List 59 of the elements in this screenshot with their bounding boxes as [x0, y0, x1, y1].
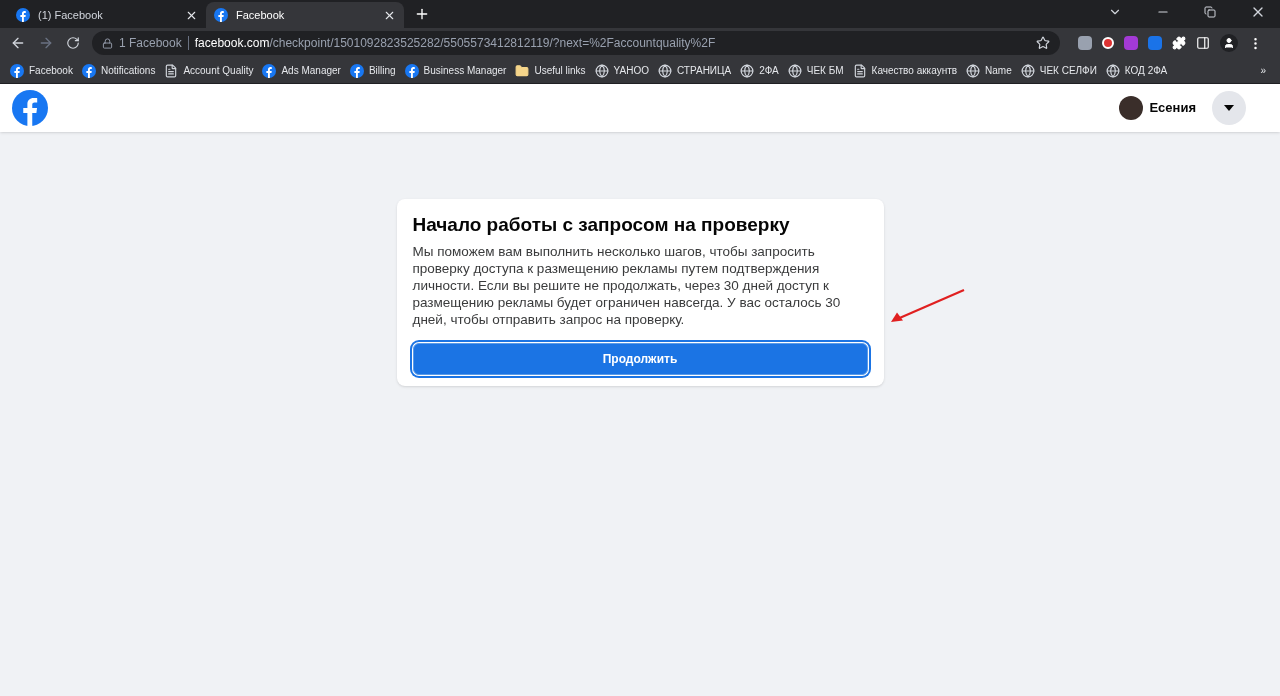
extensions-icon[interactable] — [1172, 36, 1186, 50]
folder-icon — [515, 63, 530, 78]
globe-icon — [1105, 63, 1120, 78]
bookmark-item[interactable]: СТРАНИЦА — [657, 63, 732, 78]
globe-icon — [657, 63, 672, 78]
address-bar[interactable]: 1 Facebook facebook.com/checkpoint/1501092823525282/5505573412812119/?next=%2Faccountquality%2F — [92, 31, 1060, 55]
bookmark-item[interactable]: КОД 2ФА — [1105, 63, 1168, 78]
globe-icon — [787, 63, 802, 78]
browser-tab[interactable]: (1) Facebook — [8, 2, 206, 28]
globe-icon — [740, 63, 755, 78]
globe-icon — [966, 63, 981, 78]
facebook-logo-icon — [262, 63, 277, 78]
facebook-logo-icon — [10, 63, 24, 78]
facebook-logo-icon — [12, 90, 48, 126]
bookmark-item[interactable]: Name — [966, 63, 1012, 78]
back-icon[interactable] — [10, 35, 26, 51]
caret-icon — [1224, 105, 1234, 111]
document-icon — [852, 63, 867, 78]
reload-icon[interactable] — [66, 36, 80, 50]
more-bookmarks-button[interactable]: » — [1260, 63, 1266, 78]
browser-tab[interactable]: Facebook — [206, 2, 404, 28]
side-panel-icon[interactable] — [1196, 36, 1210, 50]
bookmark-item[interactable]: Facebook — [10, 63, 73, 78]
bookmark-item[interactable]: Качество аккаунтв — [852, 63, 958, 78]
bookmark-item[interactable]: ЧЕК СЕЛФИ — [1020, 63, 1097, 78]
bookmark-item[interactable]: Billing — [349, 63, 396, 78]
user-name[interactable]: Есения — [1149, 98, 1196, 118]
card-description: Мы поможем вам выполнить несколько шагов, чтобы запросить проверку доступа к размещению рекламы путем подтверждения личности. Если вы решите не продолжать, через 30 дней доступ к размещению рекламы будет ограничен навсегда. У вас осталось 30 дней, чтобы отправить запрос на проверку. — [412, 242, 842, 328]
forward-icon[interactable] — [38, 35, 54, 51]
profile-icon[interactable] — [1220, 34, 1238, 52]
facebook-logo-icon — [349, 63, 364, 78]
site-label: 1 Facebook — [119, 35, 182, 52]
card-title: Начало работы с запросом на проверку — [412, 213, 791, 237]
bookmark-item[interactable]: ЧЕК БМ — [787, 63, 844, 78]
extension-icon[interactable] — [1102, 37, 1114, 49]
globe-icon — [1020, 63, 1035, 78]
lock-icon — [102, 37, 113, 49]
bookmark-item[interactable]: Account Quality — [164, 63, 254, 78]
tab-title: Facebook — [236, 7, 286, 23]
bookmark-item[interactable]: 2ФА — [740, 63, 779, 78]
document-icon — [164, 63, 179, 78]
bookmark-item[interactable]: Useful links — [515, 63, 586, 78]
url-text: facebook.com/checkpoint/1501092823525282/5505573412812119/?next=%2Faccountquality%2F — [194, 35, 716, 52]
globe-icon — [594, 63, 609, 78]
bookmark-item[interactable]: Notifications — [81, 63, 156, 78]
facebook-logo-icon — [404, 63, 419, 78]
facebook-logo-icon — [16, 8, 30, 22]
new-tab-icon[interactable] — [414, 6, 430, 22]
restore-icon[interactable] — [1204, 6, 1216, 18]
tab-title: (1) Facebook — [38, 7, 104, 23]
bookmark-star-icon[interactable] — [1036, 36, 1050, 50]
bookmark-item[interactable]: Ads Manager — [262, 63, 341, 78]
bookmark-item[interactable]: YAHOO — [594, 63, 649, 78]
facebook-logo-icon — [214, 8, 228, 22]
account-menu-button[interactable] — [1212, 91, 1246, 125]
avatar[interactable] — [1119, 96, 1144, 120]
facebook-logo-icon — [81, 63, 96, 78]
bookmark-item[interactable]: Business Manager — [404, 63, 507, 78]
continue-button[interactable]: Продолжить — [412, 342, 868, 375]
